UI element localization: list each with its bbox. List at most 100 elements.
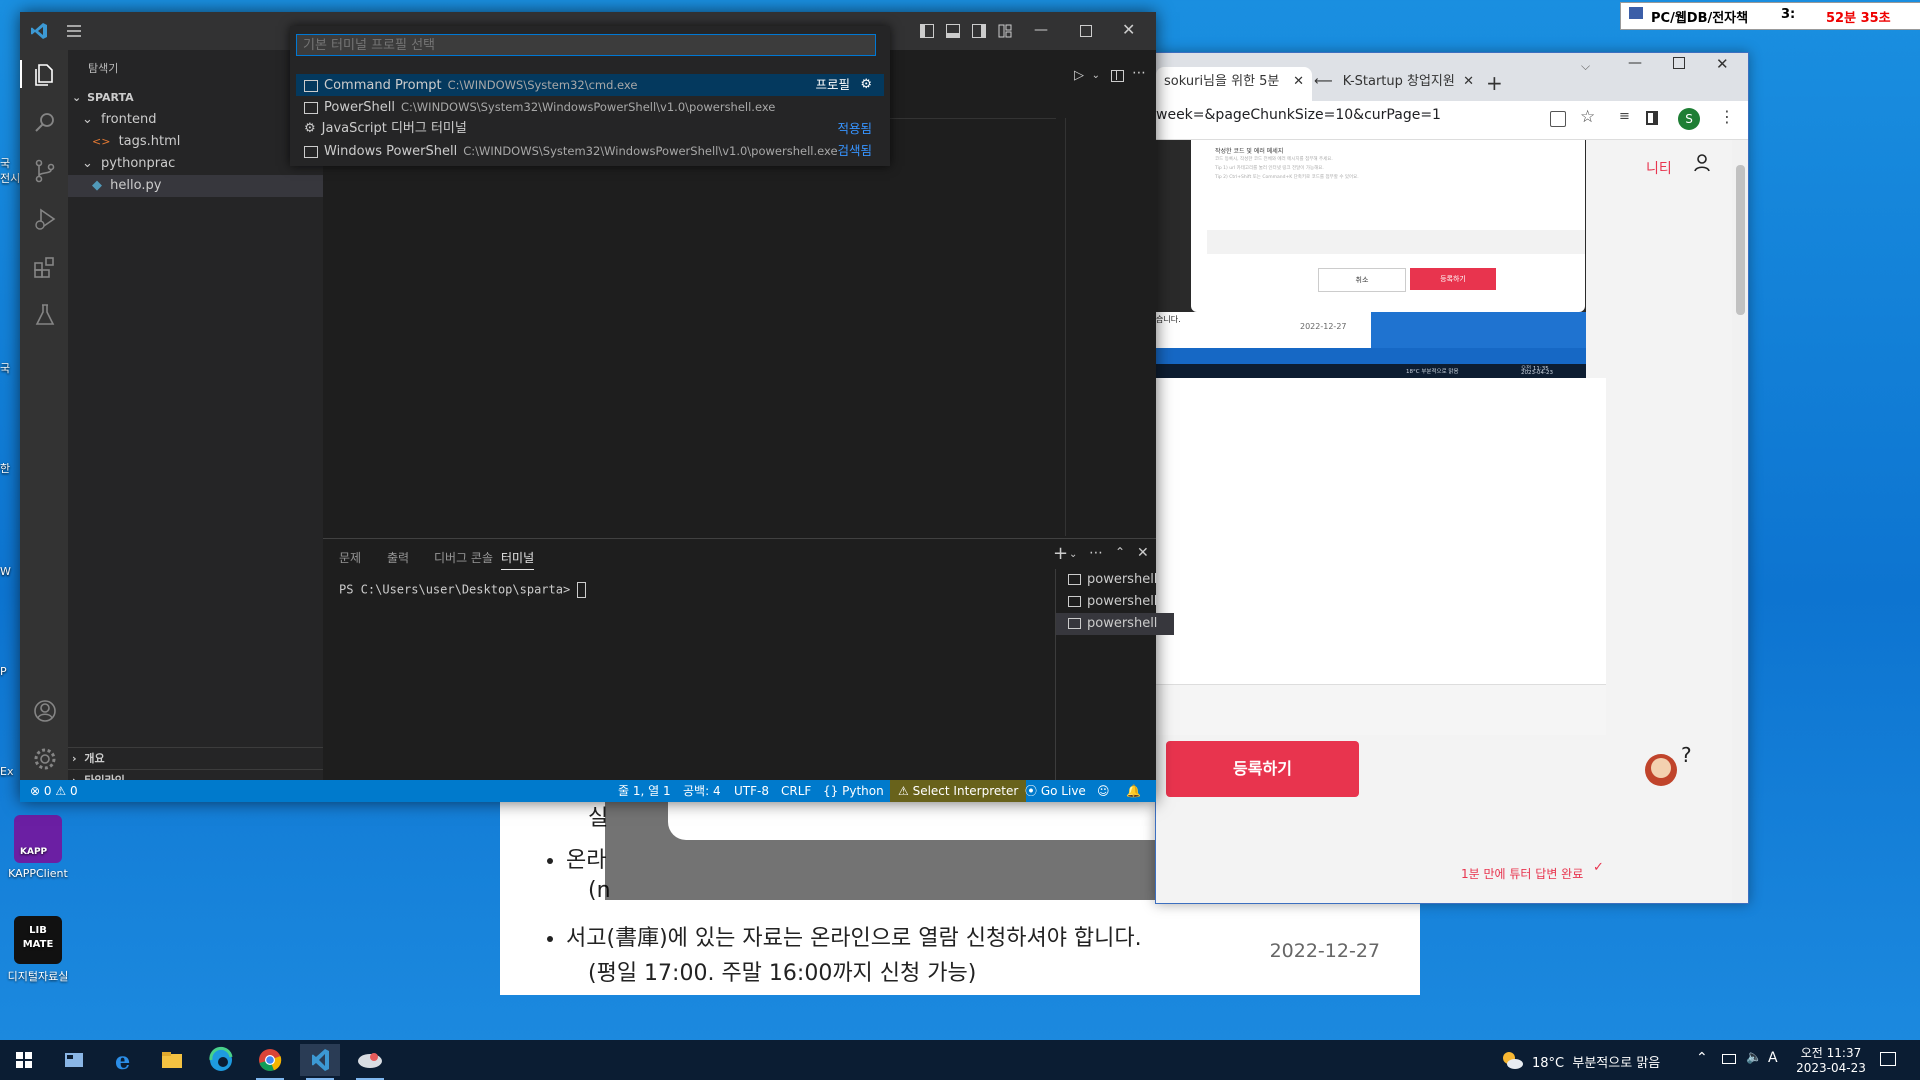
run-debug-icon[interactable] [32, 206, 58, 232]
hamburger-menu-icon[interactable] [66, 24, 82, 38]
quickpick-label: PowerShell [324, 100, 396, 115]
terminal-output[interactable]: PS C:\Users\user\Desktop\sparta> [339, 582, 587, 598]
file-explorer-icon[interactable] [152, 1044, 192, 1076]
minimap[interactable] [1065, 118, 1172, 536]
bookmark-star-icon[interactable]: ☆ [1580, 107, 1595, 127]
new-tab-icon[interactable]: + [1486, 71, 1503, 95]
task-view-icon[interactable] [54, 1044, 94, 1076]
chevron-down-icon[interactable]: ⌄ [1092, 70, 1100, 81]
maximize-icon[interactable] [1080, 25, 1092, 37]
eol-status[interactable]: CRLF [781, 780, 811, 802]
timer-widget[interactable]: PC/웹DB/전자책 3: 52분 35초 [1620, 2, 1920, 30]
clock[interactable]: 오전 11:37 2023-04-23 [1796, 1044, 1866, 1075]
accounts-icon[interactable] [32, 698, 58, 724]
volume-icon[interactable]: 🔈 [1746, 1050, 1762, 1065]
terminal-item[interactable]: powershell [1056, 613, 1174, 635]
weather-icon[interactable] [1500, 1049, 1524, 1071]
desktop-icon-kappclient[interactable]: KAPP KAPPClient [0, 815, 78, 880]
quickpick-input[interactable] [296, 34, 876, 56]
go-live-button[interactable]: ⦿ Go Live [1025, 780, 1086, 802]
close-window-icon[interactable]: ✕ [1716, 55, 1729, 73]
tab-output[interactable]: 출력 [387, 549, 409, 566]
quickpick-item-cmd[interactable]: Command Prompt C:\WINDOWS\System32\cmd.ex… [296, 74, 884, 96]
close-icon[interactable]: ✕ [1463, 67, 1474, 97]
nav-fragment[interactable]: 니티 [1646, 158, 1672, 178]
explorer-icon[interactable] [32, 62, 58, 88]
register-button[interactable]: 등록하기 [1166, 741, 1359, 797]
chevron-down-icon[interactable]: ⌄ [1069, 549, 1077, 560]
workspace-header[interactable]: ⌄ SPARTA [68, 87, 323, 109]
quickpick-item-windows-powershell[interactable]: Windows PowerShell C:\WINDOWS\System32\Wi… [296, 140, 884, 162]
language-status[interactable]: {} Python [823, 780, 884, 802]
minimize-icon[interactable]: — [1034, 22, 1048, 38]
chevron-down-icon: ⌄ [82, 112, 93, 127]
tab-debug-console[interactable]: 디버그 콘솔 [434, 549, 493, 566]
tree-item-hello-py[interactable]: ◆ hello.py [68, 175, 323, 197]
close-window-icon[interactable]: ✕ [1122, 20, 1135, 39]
chrome-taskbar-icon[interactable] [250, 1044, 290, 1080]
toggle-panel-icon[interactable] [946, 24, 960, 38]
scrollbar-thumb[interactable] [1736, 165, 1745, 315]
more-actions-icon[interactable]: ⋯ [1132, 65, 1146, 81]
tab-problems[interactable]: 문제 [339, 549, 361, 566]
encoding-status[interactable]: UTF-8 [734, 780, 769, 802]
windows-start-icon[interactable] [4, 1044, 44, 1076]
ime-indicator[interactable]: A [1768, 1050, 1778, 1066]
indentation-status[interactable]: 공백: 4 [683, 780, 721, 802]
toggle-secondary-sidebar-icon[interactable] [972, 24, 986, 38]
chrome-address-bar[interactable]: week=&pageChunkSize=10&curPage=1 ☆ ≡ S ⋮ [1156, 101, 1748, 140]
gear-icon[interactable]: ⚙ [860, 74, 872, 96]
search-icon[interactable] [32, 110, 58, 136]
vscode-taskbar-icon[interactable] [300, 1044, 340, 1080]
internet-explorer-icon[interactable]: e [104, 1044, 144, 1076]
tray-chevron-up-icon[interactable]: ⌃ [1696, 1050, 1708, 1066]
share-icon[interactable] [1550, 111, 1566, 127]
tree-item-frontend[interactable]: ⌄ frontend [68, 109, 323, 131]
problems-status[interactable]: ⊗ 0 ⚠ 0 [30, 780, 78, 802]
outline-section[interactable]: › 개요 [68, 747, 323, 770]
quickpick-item-js-debug[interactable]: ⚙ JavaScript 디버그 터미널 적용됨 [296, 118, 884, 140]
select-interpreter-button[interactable]: ⚠ Select Interpreter [890, 780, 1027, 802]
run-python-icon[interactable]: ▷ [1074, 68, 1084, 83]
more-actions-icon[interactable]: ⋯ [1089, 545, 1103, 561]
manage-gear-icon[interactable] [32, 746, 58, 772]
side-panel-icon[interactable] [1646, 111, 1658, 125]
chrome-tab[interactable]: ⟵ K-Startup 창업지원 ✕ [1306, 67, 1482, 101]
maximize-panel-icon[interactable]: ⌃ [1115, 545, 1125, 559]
chrome-tab[interactable]: sokuri님을 위한 5분 ✕ [1156, 67, 1312, 101]
maximize-icon[interactable] [1673, 57, 1685, 69]
split-editor-icon[interactable] [1111, 70, 1124, 82]
profile-avatar[interactable]: S [1678, 108, 1700, 130]
tab-terminal[interactable]: 터미널 [501, 549, 535, 570]
terminal-item[interactable]: powershell [1056, 569, 1174, 591]
desktop-icon-digital-library[interactable]: LIB MATE 디지털자료실 [0, 916, 78, 984]
quickpick-item-powershell[interactable]: PowerShell C:\WINDOWS\System32\WindowsPow… [296, 96, 884, 118]
app-taskbar-icon[interactable] [350, 1044, 390, 1080]
new-terminal-icon[interactable]: + [1053, 543, 1068, 564]
tree-item-pythonprac[interactable]: ⌄ pythonprac [68, 153, 323, 175]
terminal-item[interactable]: powershell [1056, 591, 1174, 613]
testing-flask-icon[interactable] [32, 302, 58, 328]
user-icon[interactable] [1694, 154, 1710, 172]
media-icon[interactable]: ≡ [1619, 109, 1630, 124]
more-menu-icon[interactable]: ⋮ [1719, 107, 1735, 126]
extensions-icon[interactable] [32, 254, 58, 280]
tree-item-tags-html[interactable]: <> tags.html [68, 131, 323, 153]
chevron-down-icon[interactable]: ⌵ [1581, 59, 1590, 74]
customize-layout-icon[interactable] [998, 24, 1012, 38]
notifications-bell-icon[interactable]: 🔔 [1126, 780, 1141, 802]
cursor-position[interactable]: 줄 1, 열 1 [618, 780, 671, 802]
source-control-icon[interactable] [32, 158, 58, 184]
feedback-icon[interactable]: ☺ [1097, 780, 1110, 802]
network-icon[interactable] [1722, 1054, 1736, 1064]
action-center-icon[interactable] [1880, 1052, 1896, 1066]
weather-text[interactable]: 18°C 부분적으로 맑음 [1532, 1052, 1660, 1071]
close-icon[interactable]: ✕ [1293, 67, 1304, 97]
edge-icon[interactable] [201, 1044, 241, 1076]
url-text[interactable]: week=&pageChunkSize=10&curPage=1 [1156, 107, 1441, 123]
toggle-primary-sidebar-icon[interactable] [920, 24, 934, 38]
minimize-icon[interactable]: — [1628, 55, 1642, 71]
chrome-scrollbar[interactable] [1732, 140, 1748, 903]
close-panel-icon[interactable]: ✕ [1137, 545, 1149, 561]
embedded-doc-date: 2022-12-27 [1300, 322, 1347, 331]
